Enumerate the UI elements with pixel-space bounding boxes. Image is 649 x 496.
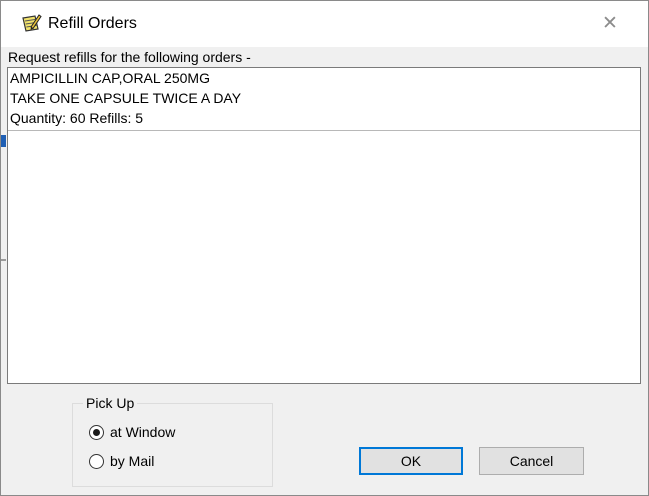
pickup-legend: Pick Up <box>83 395 138 411</box>
radio-label[interactable]: at Window <box>110 424 175 440</box>
refill-orders-dialog: Refill Orders ✕ Request refills for the … <box>0 0 649 496</box>
notepad-pencil-icon <box>20 12 42 34</box>
title-bar[interactable]: Refill Orders ✕ <box>1 1 648 47</box>
radio-label[interactable]: by Mail <box>110 453 154 469</box>
cancel-button[interactable]: Cancel <box>479 447 584 475</box>
window-title: Refill Orders <box>48 15 137 32</box>
radio-button[interactable] <box>89 454 104 469</box>
radio-dot-icon <box>93 429 100 436</box>
close-icon[interactable]: ✕ <box>595 11 625 37</box>
order-sig: TAKE ONE CAPSULE TWICE A DAY <box>10 90 242 106</box>
list-item[interactable]: AMPICILLIN CAP,ORAL 250MG TAKE ONE CAPSU… <box>8 68 640 131</box>
order-drug-name: AMPICILLIN CAP,ORAL 250MG <box>10 70 210 86</box>
ok-button[interactable]: OK <box>359 447 463 475</box>
order-quantity-refills: Quantity: 60 Refills: 5 <box>10 110 144 126</box>
background-window-edge <box>1 135 6 147</box>
pickup-groupbox <box>72 403 273 487</box>
radio-button-selected[interactable] <box>89 425 104 440</box>
request-refills-label: Request refills for the following orders… <box>8 49 251 65</box>
orders-listbox[interactable]: AMPICILLIN CAP,ORAL 250MG TAKE ONE CAPSU… <box>7 67 641 384</box>
background-window-divider <box>1 259 6 261</box>
